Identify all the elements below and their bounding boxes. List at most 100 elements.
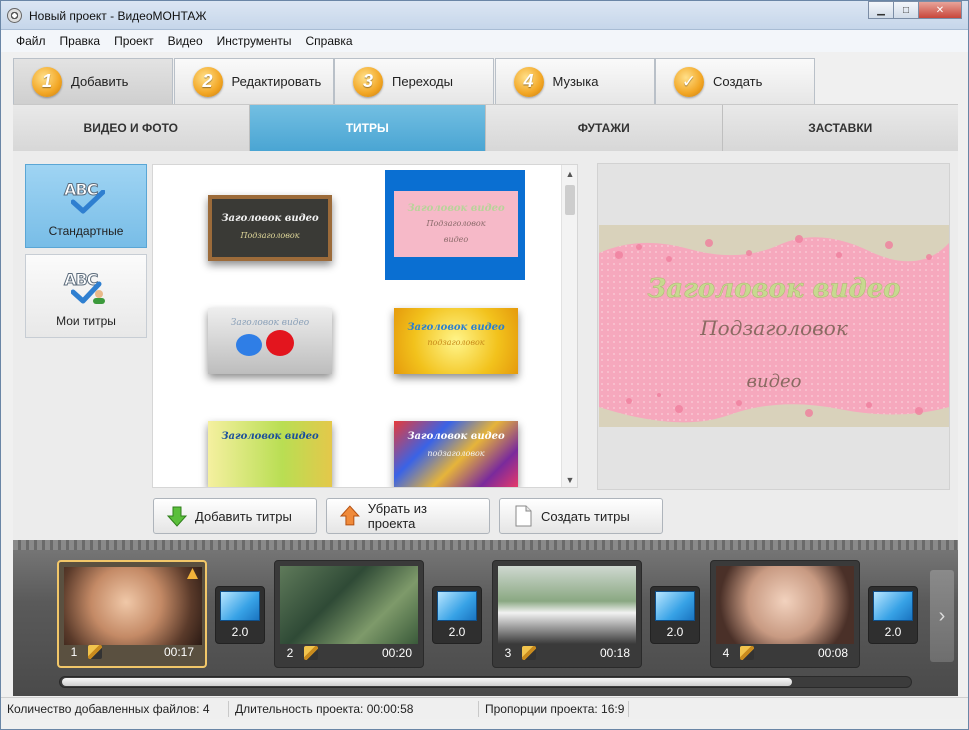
- category-standard[interactable]: ABC Стандартные: [25, 164, 147, 248]
- transition-icon: [220, 591, 260, 621]
- content-tabs: ВИДЕО И ФОТО ТИТРЫ ФУТАЖИ ЗАСТАВКИ: [13, 104, 959, 159]
- close-button[interactable]: ✕: [918, 1, 962, 19]
- tab-titles[interactable]: ТИТРЫ: [249, 105, 486, 159]
- step-number-badge: 1: [32, 66, 62, 97]
- down-arrow-icon: [166, 506, 188, 527]
- step-music[interactable]: 4 Музыка: [494, 58, 655, 104]
- transition-duration: 2.0: [884, 625, 902, 639]
- window-controls: ▁ □ ✕: [868, 1, 962, 19]
- title-template-chalkboard[interactable]: Заголовок видео Подзаголовок: [208, 195, 332, 261]
- abc-check-icon: ABC: [61, 180, 111, 220]
- up-arrow-icon: [339, 505, 360, 526]
- chevron-right-icon[interactable]: ›: [930, 570, 954, 662]
- preview-panel: Заголовок видео Подзаголовок видео: [597, 163, 950, 490]
- step-transitions[interactable]: 3 Переходы: [334, 58, 494, 104]
- clip-footer: 3 00:18: [498, 644, 636, 662]
- title-bar: Новый проект - ВидеоМОНТАЖ ▁ □ ✕: [1, 1, 968, 30]
- preview-title: Заголовок видео: [648, 274, 901, 304]
- step-label: Добавить: [71, 74, 129, 89]
- tab-intros[interactable]: ЗАСТАВКИ: [723, 105, 959, 151]
- title-template-hearts[interactable]: Заголовок видео: [208, 308, 332, 374]
- title-template-yellow-bokeh[interactable]: Заголовок видео подзаголовок: [394, 308, 518, 374]
- transition-icon: [437, 591, 477, 621]
- wizard-steps: 1 Добавить 2 Редактировать 3 Переходы 4 …: [13, 58, 816, 104]
- menu-tools[interactable]: Инструменты: [210, 34, 299, 48]
- template-list-scrollbar[interactable]: ▲ ▼: [561, 165, 577, 487]
- menu-file[interactable]: Файл: [9, 34, 53, 48]
- preview-line3: видео: [747, 371, 802, 392]
- timeline-scrollbar[interactable]: [59, 676, 912, 688]
- pencil-icon[interactable]: [88, 645, 102, 659]
- tab-footage[interactable]: ФУТАЖИ: [486, 105, 723, 151]
- create-titles-button[interactable]: Создать титры: [499, 498, 663, 534]
- title-template-pink-hearts[interactable]: Заголовок видео Подзаголовок видео: [394, 191, 518, 257]
- status-aspect-ratio: Пропорции проекта: 16:9: [479, 700, 629, 717]
- clip-number: 1: [70, 645, 78, 659]
- menu-help[interactable]: Справка: [298, 34, 359, 48]
- step-number-badge: 4: [513, 66, 544, 97]
- maximize-button[interactable]: □: [893, 1, 919, 19]
- pencil-icon[interactable]: [522, 646, 536, 660]
- category-label: Мои титры: [56, 314, 116, 328]
- checkmark-icon: ✓: [674, 66, 704, 97]
- step-number-badge: 2: [192, 66, 223, 97]
- title-preview: Заголовок видео Подзаголовок видео: [599, 225, 949, 427]
- remove-label: Убрать из проекта: [367, 501, 427, 531]
- window-title: Новый проект - ВидеоМОНТАЖ: [29, 9, 207, 23]
- transition-duration: 2.0: [666, 625, 684, 639]
- transition-block[interactable]: 2.0: [650, 586, 700, 644]
- menu-edit[interactable]: Правка: [53, 34, 108, 48]
- menu-video[interactable]: Видео: [161, 34, 210, 48]
- scroll-down-arrow-icon[interactable]: ▼: [562, 473, 577, 487]
- add-titles-label: Добавить титры: [195, 508, 292, 524]
- clip-thumbnail: [64, 567, 202, 645]
- transition-block[interactable]: 2.0: [868, 586, 918, 644]
- status-duration: Длительность проекта: 00:00:58: [229, 700, 479, 717]
- transition-duration: 2.0: [448, 625, 466, 639]
- preview-subtitle: Подзаголовок: [699, 316, 848, 340]
- tab-video-photo[interactable]: ВИДЕО И ФОТО: [13, 105, 250, 151]
- remove-from-project-button[interactable]: Убрать из проекта: [326, 498, 490, 534]
- timeline-clip[interactable]: 2 00:20: [274, 560, 424, 668]
- clip-duration: 00:18: [599, 646, 630, 660]
- work-area: ABC Стандартные ABC Мои титры Заголовок …: [13, 151, 958, 540]
- timeline: 1 00:17 2.0 2 00:20 2.0 3 00:18 2.0 4 00…: [13, 540, 958, 696]
- title-template-list[interactable]: Заголовок видео Подзаголовок Заголовок в…: [152, 164, 578, 488]
- scrollbar-thumb[interactable]: [565, 185, 575, 215]
- film-perforation: [13, 540, 958, 550]
- clip-duration: 00:20: [381, 646, 412, 660]
- clip-number: 3: [504, 646, 512, 660]
- step-add[interactable]: 1 Добавить: [13, 58, 173, 104]
- clip-number: 4: [722, 646, 730, 660]
- pencil-icon[interactable]: [304, 646, 318, 660]
- clip-footer: 1 00:17: [64, 643, 200, 661]
- step-label: Редактировать: [231, 74, 322, 89]
- step-create[interactable]: ✓ Создать: [655, 58, 815, 104]
- menu-project[interactable]: Проект: [107, 34, 161, 48]
- transition-block[interactable]: 2.0: [215, 586, 265, 644]
- timeline-clip[interactable]: 3 00:18: [492, 560, 642, 668]
- transition-icon: [655, 591, 695, 621]
- timeline-clip[interactable]: 1 00:17: [57, 560, 207, 668]
- transition-icon: [873, 591, 913, 621]
- transition-block[interactable]: 2.0: [432, 586, 482, 644]
- film-reel-icon: [7, 8, 22, 23]
- clip-duration: 00:08: [817, 646, 848, 660]
- add-titles-button[interactable]: Добавить титры: [153, 498, 317, 534]
- timeline-scrollbar-thumb[interactable]: [62, 678, 792, 686]
- scroll-up-arrow-icon[interactable]: ▲: [562, 167, 577, 181]
- minimize-button[interactable]: ▁: [868, 1, 894, 19]
- create-titles-label: Создать титры: [541, 508, 630, 524]
- pencil-icon[interactable]: [740, 646, 754, 660]
- clip-thumbnail: [716, 566, 854, 644]
- clip-thumbnail: [280, 566, 418, 644]
- title-actions: Добавить титры Убрать из проекта Создать…: [153, 498, 672, 534]
- title-template-paint[interactable]: Заголовок видео: [208, 421, 332, 487]
- category-my-titles[interactable]: ABC Мои титры: [25, 254, 147, 338]
- title-template-colorful-frames[interactable]: Заголовок видео подзаголовок: [394, 421, 518, 487]
- timeline-clip[interactable]: 4 00:08: [710, 560, 860, 668]
- document-icon: [515, 505, 532, 527]
- step-edit[interactable]: 2 Редактировать: [173, 58, 334, 104]
- category-label: Стандартные: [48, 224, 124, 238]
- status-bar: Количество добавленных файлов: 4 Длитель…: [1, 697, 968, 719]
